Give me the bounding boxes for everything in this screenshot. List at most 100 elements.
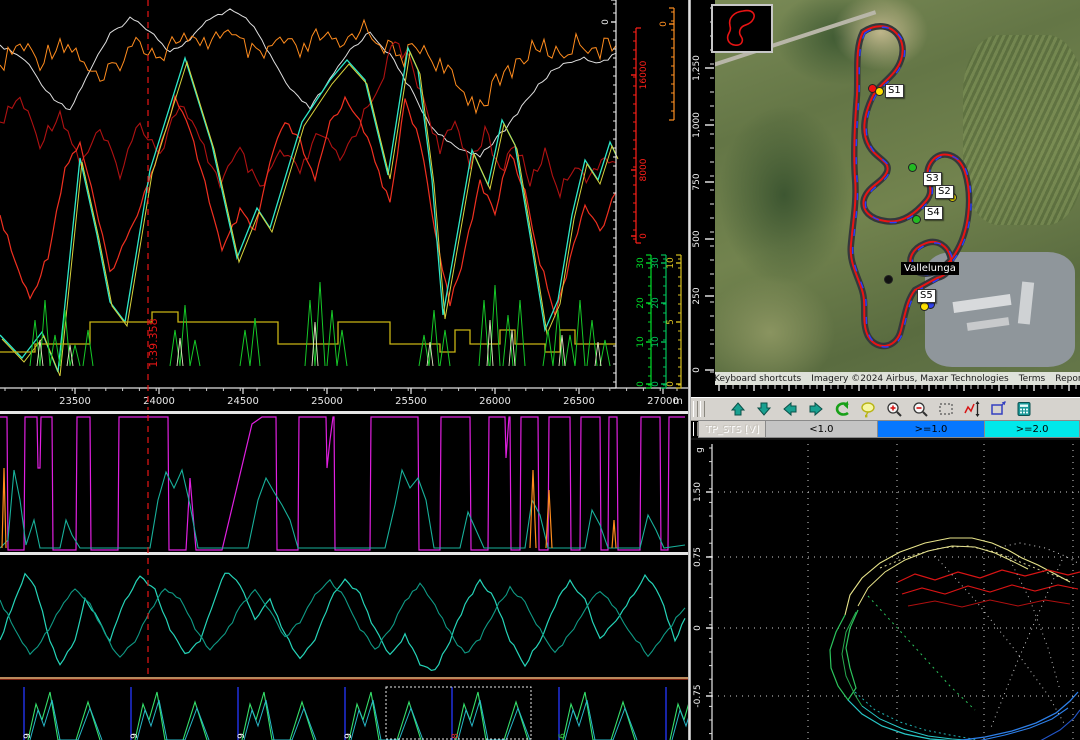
gg-axis-label: -0.75 bbox=[693, 684, 703, 707]
value-axis-label: 0 bbox=[639, 233, 649, 239]
trace-orange-spike-4 bbox=[611, 519, 617, 549]
terrain-vineyard bbox=[963, 35, 1080, 225]
terrain-field bbox=[833, 0, 928, 70]
keyboard-shortcuts-link[interactable]: Keyboard shortcuts bbox=[715, 374, 806, 384]
trace-orange-spike-3 bbox=[545, 489, 553, 549]
panel-separator[interactable] bbox=[0, 679, 690, 680]
sector-label-s4: S4 bbox=[924, 206, 943, 220]
value-axis-label: 30 bbox=[636, 257, 646, 269]
zoom-out-icon bbox=[913, 402, 928, 417]
gg-axis-label: 0.75 bbox=[693, 547, 703, 567]
sector-marker-s5-alt bbox=[920, 302, 929, 311]
terms-link[interactable]: Terms bbox=[1014, 374, 1051, 384]
value-axis-label: 10 bbox=[666, 257, 676, 269]
trace-teal-p2 bbox=[0, 468, 686, 549]
x-axis-tick-label: 24500 bbox=[227, 396, 259, 407]
value-axis-label: 5 bbox=[666, 319, 676, 325]
lap-time-label: 8 bbox=[451, 733, 461, 739]
telemetry-strip-panels[interactable]: 9 9 9 9 8 6 23500 24000 24500 25000 25500 26000 2650… bbox=[0, 0, 690, 740]
scale-y-button[interactable] bbox=[961, 399, 983, 419]
pan-up-icon bbox=[730, 402, 746, 416]
panel-separator[interactable] bbox=[0, 552, 690, 555]
lasso-button[interactable] bbox=[857, 399, 879, 419]
gg-diagram-svg[interactable]: 1.50 0.75 0 -0.75 g bbox=[691, 440, 1080, 740]
value-axis-label: 30 bbox=[651, 257, 661, 269]
x-axis-tick-label: 25000 bbox=[311, 396, 343, 407]
x-axis-tick-label: 23500 bbox=[59, 396, 91, 407]
zoom-out-button[interactable] bbox=[909, 399, 931, 419]
value-axis-label: 0 bbox=[666, 381, 676, 387]
zoom-in-icon bbox=[887, 402, 902, 417]
value-axis-label: 20 bbox=[651, 297, 661, 309]
trace-red-fast bbox=[0, 94, 617, 318]
lasso-icon bbox=[861, 402, 875, 418]
track-map-module[interactable]: 1,250 1,000 750 500 250 0 Keyboard shortcuts … bbox=[691, 0, 1080, 397]
channel-color-scale-bar: TP_STS [V] <1.0 >=1.0 >=2.0 bbox=[691, 420, 1080, 440]
undo-icon bbox=[835, 401, 849, 416]
sector-label-s2: S2 bbox=[935, 185, 954, 199]
gg-axis-label: 0 bbox=[693, 625, 703, 631]
sector-label-s5: S5 bbox=[917, 289, 936, 303]
track-inset-outline bbox=[726, 9, 755, 46]
value-axis-label: 10 bbox=[636, 336, 646, 348]
sector-label-s3: S3 bbox=[923, 172, 942, 186]
value-axis-label: 8000 bbox=[639, 158, 649, 181]
telemetry-charts-svg[interactable]: 9 9 9 9 8 623500 24000 24500 25000 25500 26000 2650… bbox=[0, 0, 690, 740]
lap-spike-trace bbox=[29, 699, 690, 740]
map-toolbar bbox=[691, 397, 1080, 421]
value-axis-label: 0 bbox=[659, 21, 669, 27]
terrain-woods bbox=[719, 105, 849, 285]
value-axis-label: 0 bbox=[651, 381, 661, 387]
scale-range-mid[interactable]: >=1.0 bbox=[877, 420, 986, 438]
vertical-splitter[interactable] bbox=[688, 0, 691, 740]
scale-y-icon bbox=[964, 401, 980, 417]
zoom-window-button[interactable] bbox=[935, 399, 957, 419]
zoom-window-icon bbox=[939, 403, 953, 415]
track-location-dot bbox=[884, 275, 893, 284]
value-axis-label: 10 bbox=[651, 336, 661, 348]
value-axis-label: 0 bbox=[636, 381, 646, 387]
zoom-in-button[interactable] bbox=[883, 399, 905, 419]
channel-name-button[interactable]: TP_STS [V] bbox=[698, 420, 766, 438]
gg-diagram-panel[interactable]: 1.50 0.75 0 -0.75 g bbox=[691, 440, 1080, 740]
value-axis-label: 0 bbox=[601, 19, 611, 25]
lap-time-label: 6 bbox=[558, 733, 568, 739]
panel-separator[interactable] bbox=[0, 411, 690, 414]
toolbar-grip[interactable] bbox=[693, 401, 698, 417]
sector-marker-s4 bbox=[912, 215, 921, 224]
map-attribution-bar: Keyboard shortcuts Imagery ©2024 Airbus,… bbox=[715, 372, 1080, 385]
pan-down-button[interactable] bbox=[753, 399, 775, 419]
toolbar-grip[interactable] bbox=[700, 401, 705, 417]
imagery-credit: Imagery ©2024 Airbus, Maxar Technologies bbox=[811, 373, 1009, 384]
sector-marker-s3 bbox=[908, 163, 917, 172]
satellite-map[interactable] bbox=[715, 0, 1080, 385]
map-scale-label: 500 bbox=[692, 230, 702, 247]
undo-button[interactable] bbox=[831, 399, 853, 419]
x-axis-tick-label: 25500 bbox=[395, 396, 427, 407]
value-axis-label: 16000 bbox=[639, 60, 649, 89]
lap-time-label: 9 bbox=[23, 733, 33, 739]
trace-teal-a bbox=[0, 572, 686, 672]
trace-orange-spike-2 bbox=[529, 469, 537, 549]
panel-separator[interactable] bbox=[0, 677, 690, 679]
map-scale-label: 0 bbox=[692, 367, 702, 373]
fit-view-button[interactable] bbox=[987, 399, 1009, 419]
terrain-field bbox=[715, 275, 835, 385]
scale-range-low[interactable]: <1.0 bbox=[766, 420, 878, 438]
pan-right-button[interactable] bbox=[805, 399, 827, 419]
pan-down-icon bbox=[756, 402, 772, 416]
spike-trace bbox=[29, 281, 611, 367]
trace-teal-b bbox=[0, 578, 686, 658]
lap-time-label: 9 bbox=[344, 733, 354, 739]
sector-label-s1: S1 bbox=[885, 84, 904, 98]
analysis-workspace: 9 9 9 9 8 6 23500 24000 24500 25000 25500 26000 2650… bbox=[0, 0, 1080, 740]
calculator-icon bbox=[1017, 402, 1031, 416]
pan-left-icon bbox=[783, 401, 797, 417]
lap-time-label: 9 bbox=[237, 733, 247, 739]
calculator-button[interactable] bbox=[1013, 399, 1035, 419]
pan-left-button[interactable] bbox=[779, 399, 801, 419]
report-map-error-link[interactable]: Report a map error bbox=[1050, 374, 1080, 384]
pan-up-button[interactable] bbox=[727, 399, 749, 419]
track-inset-thumbnail[interactable] bbox=[711, 4, 773, 53]
scale-range-high[interactable]: >=2.0 bbox=[985, 420, 1080, 438]
